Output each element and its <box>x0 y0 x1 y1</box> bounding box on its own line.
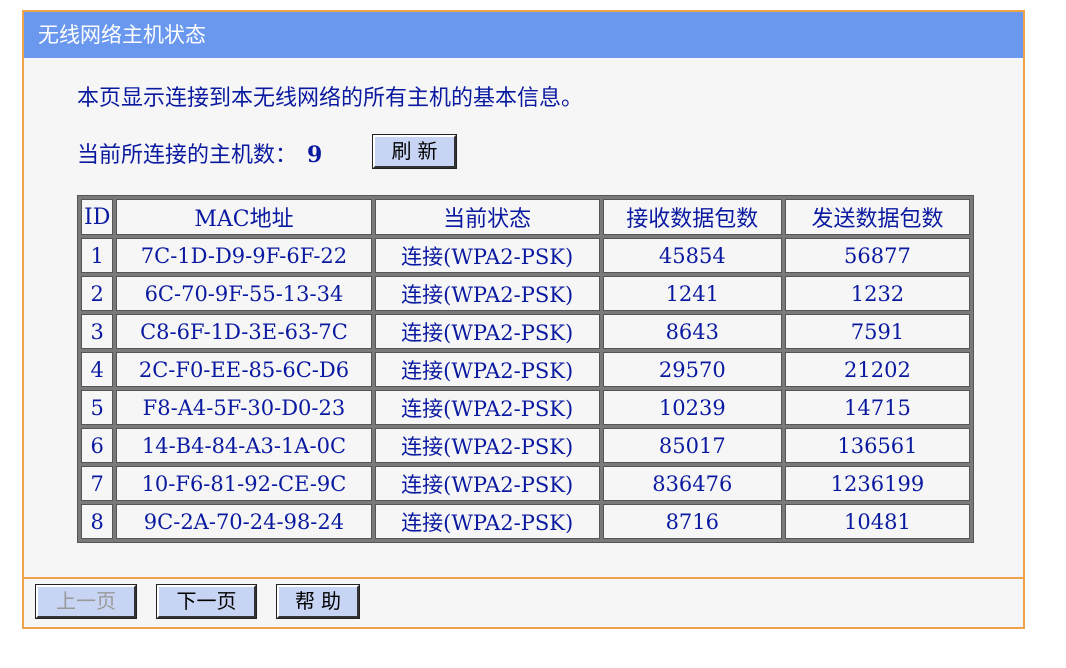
cell-id: 5 <box>81 390 114 425</box>
cell-rx-packets: 85017 <box>602 428 782 463</box>
table-header-row: ID MAC地址 当前状态 接收数据包数 发送数据包数 <box>81 199 970 235</box>
table-row: 6 14-B4-84-A3-1A-0C 连接(WPA2-PSK) 85017 1… <box>81 428 970 463</box>
cell-status: 连接(WPA2-PSK) <box>374 314 600 349</box>
table-row: 8 9C-2A-70-24-98-24 连接(WPA2-PSK) 8716 10… <box>81 504 970 539</box>
refresh-button[interactable]: 刷新 <box>372 134 457 169</box>
column-header-tx-packets: 发送数据包数 <box>784 199 970 235</box>
cell-tx-packets: 1236199 <box>784 466 970 501</box>
table-row: 5 F8-A4-5F-30-D0-23 连接(WPA2-PSK) 10239 1… <box>81 390 970 425</box>
cell-rx-packets: 8643 <box>602 314 782 349</box>
host-count-value: 9 <box>307 142 323 168</box>
cell-mac: 6C-70-9F-55-13-34 <box>116 276 372 311</box>
cell-tx-packets: 1232 <box>784 276 970 311</box>
cell-rx-packets: 836476 <box>602 466 782 501</box>
previous-page-button[interactable]: 上一页 <box>35 584 137 619</box>
cell-tx-packets: 56877 <box>784 238 970 273</box>
cell-id: 4 <box>81 352 114 387</box>
cell-rx-packets: 10239 <box>602 390 782 425</box>
column-header-mac: MAC地址 <box>116 199 372 235</box>
wireless-host-status-panel: 无线网络主机状态 本页显示连接到本无线网络的所有主机的基本信息。 当前所连接的主… <box>22 10 1025 629</box>
host-count-label: 当前所连接的主机数： <box>77 143 298 168</box>
host-table: ID MAC地址 当前状态 接收数据包数 发送数据包数 1 7C-1D-D9-9… <box>77 195 974 543</box>
cell-tx-packets: 7591 <box>784 314 970 349</box>
cell-status: 连接(WPA2-PSK) <box>374 238 600 273</box>
connected-host-count: 当前所连接的主机数： 9 <box>77 140 322 171</box>
cell-status: 连接(WPA2-PSK) <box>374 352 600 387</box>
column-header-id: ID <box>81 199 114 235</box>
column-header-status: 当前状态 <box>374 199 600 235</box>
cell-id: 8 <box>81 504 114 539</box>
cell-status: 连接(WPA2-PSK) <box>374 428 600 463</box>
cell-tx-packets: 136561 <box>784 428 970 463</box>
table-row: 2 6C-70-9F-55-13-34 连接(WPA2-PSK) 1241 12… <box>81 276 970 311</box>
cell-mac: 14-B4-84-A3-1A-0C <box>116 428 372 463</box>
table-row: 4 2C-F0-EE-85-6C-D6 连接(WPA2-PSK) 29570 2… <box>81 352 970 387</box>
cell-mac: 2C-F0-EE-85-6C-D6 <box>116 352 372 387</box>
cell-rx-packets: 1241 <box>602 276 782 311</box>
cell-tx-packets: 21202 <box>784 352 970 387</box>
table-row: 1 7C-1D-D9-9F-6F-22 连接(WPA2-PSK) 45854 5… <box>81 238 970 273</box>
cell-id: 3 <box>81 314 114 349</box>
cell-mac: F8-A4-5F-30-D0-23 <box>116 390 372 425</box>
host-table-container: ID MAC地址 当前状态 接收数据包数 发送数据包数 1 7C-1D-D9-9… <box>77 195 974 543</box>
cell-id: 1 <box>81 238 114 273</box>
help-button[interactable]: 帮助 <box>276 584 360 619</box>
table-row: 7 10-F6-81-92-CE-9C 连接(WPA2-PSK) 836476 … <box>81 466 970 501</box>
cell-mac: 10-F6-81-92-CE-9C <box>116 466 372 501</box>
cell-status: 连接(WPA2-PSK) <box>374 390 600 425</box>
cell-id: 6 <box>81 428 114 463</box>
cell-status: 连接(WPA2-PSK) <box>374 276 600 311</box>
cell-tx-packets: 14715 <box>784 390 970 425</box>
page-description: 本页显示连接到本无线网络的所有主机的基本信息。 <box>77 86 584 111</box>
panel-title: 无线网络主机状态 <box>24 12 1023 58</box>
column-header-rx-packets: 接收数据包数 <box>602 199 782 235</box>
cell-mac: C8-6F-1D-3E-63-7C <box>116 314 372 349</box>
cell-rx-packets: 29570 <box>602 352 782 387</box>
cell-mac: 9C-2A-70-24-98-24 <box>116 504 372 539</box>
footer-divider <box>24 577 1023 579</box>
cell-id: 2 <box>81 276 114 311</box>
cell-status: 连接(WPA2-PSK) <box>374 504 600 539</box>
table-row: 3 C8-6F-1D-3E-63-7C 连接(WPA2-PSK) 8643 75… <box>81 314 970 349</box>
cell-rx-packets: 45854 <box>602 238 782 273</box>
cell-status: 连接(WPA2-PSK) <box>374 466 600 501</box>
cell-mac: 7C-1D-D9-9F-6F-22 <box>116 238 372 273</box>
cell-id: 7 <box>81 466 114 501</box>
next-page-button[interactable]: 下一页 <box>156 584 257 619</box>
cell-tx-packets: 10481 <box>784 504 970 539</box>
cell-rx-packets: 8716 <box>602 504 782 539</box>
